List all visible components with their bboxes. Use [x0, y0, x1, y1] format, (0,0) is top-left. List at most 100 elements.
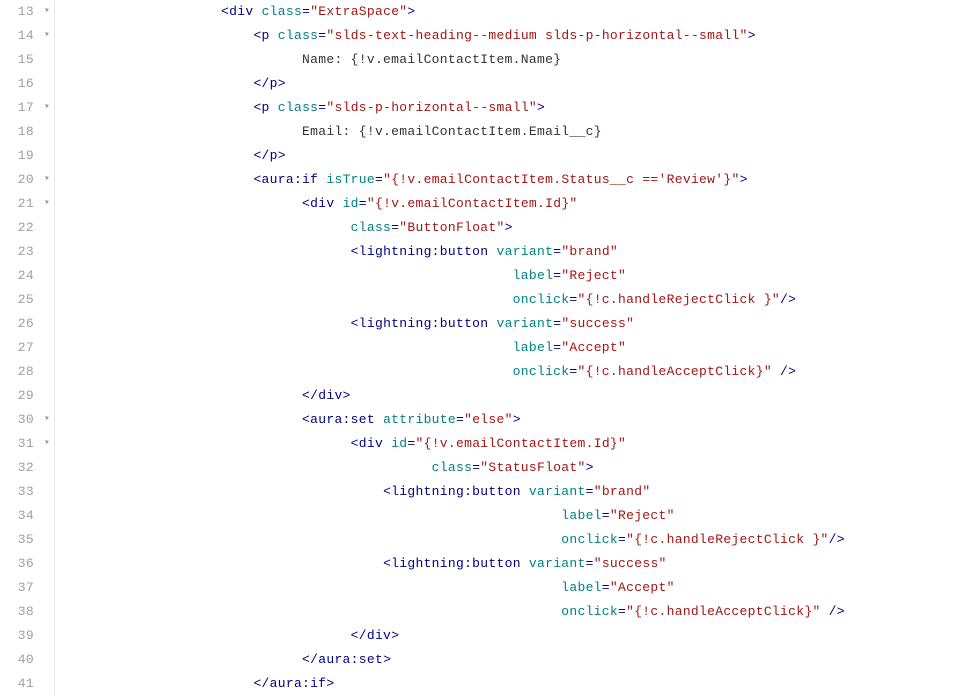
gutter-divider	[54, 408, 55, 432]
code-content[interactable]: Name: {!v.emailContactItem.Name}	[59, 48, 954, 72]
line-number: 38	[0, 600, 40, 624]
code-line[interactable]: 22 class="ButtonFloat">	[0, 216, 954, 240]
code-line[interactable]: 37 label="Accept"	[0, 576, 954, 600]
line-number: 34	[0, 504, 40, 528]
gutter-divider	[54, 384, 55, 408]
gutter-divider	[54, 0, 55, 24]
line-number: 41	[0, 672, 40, 696]
gutter-divider	[54, 192, 55, 216]
line-number: 30	[0, 408, 40, 432]
gutter-divider	[54, 504, 55, 528]
gutter-divider	[54, 480, 55, 504]
line-number: 23	[0, 240, 40, 264]
code-line[interactable]: 21▾ <div id="{!v.emailContactItem.Id}"	[0, 192, 954, 216]
gutter-divider	[54, 312, 55, 336]
code-line[interactable]: 18 Email: {!v.emailContactItem.Email__c}	[0, 120, 954, 144]
code-line[interactable]: 29 </div>	[0, 384, 954, 408]
code-editor[interactable]: 13▾ <div class="ExtraSpace">14▾ <p class…	[0, 0, 954, 696]
code-line[interactable]: 19 </p>	[0, 144, 954, 168]
line-number: 26	[0, 312, 40, 336]
fold-toggle-icon[interactable]: ▾	[40, 24, 54, 48]
line-number: 28	[0, 360, 40, 384]
code-line[interactable]: 36 <lightning:button variant="success"	[0, 552, 954, 576]
code-line[interactable]: 14▾ <p class="slds-text-heading--medium …	[0, 24, 954, 48]
code-content[interactable]: </aura:if>	[59, 672, 954, 696]
code-line[interactable]: 32 class="StatusFloat">	[0, 456, 954, 480]
code-content[interactable]: </aura:set>	[59, 648, 954, 672]
gutter-divider	[54, 216, 55, 240]
code-line[interactable]: 27 label="Accept"	[0, 336, 954, 360]
code-content[interactable]: <lightning:button variant="success"	[59, 312, 954, 336]
gutter-divider	[54, 24, 55, 48]
code-content[interactable]: <div id="{!v.emailContactItem.Id}"	[59, 192, 954, 216]
gutter-divider	[54, 96, 55, 120]
code-line[interactable]: 26 <lightning:button variant="success"	[0, 312, 954, 336]
code-content[interactable]: </div>	[59, 624, 954, 648]
fold-toggle-icon[interactable]: ▾	[40, 168, 54, 192]
gutter-divider	[54, 240, 55, 264]
code-line[interactable]: 31▾ <div id="{!v.emailContactItem.Id}"	[0, 432, 954, 456]
code-line[interactable]: 33 <lightning:button variant="brand"	[0, 480, 954, 504]
fold-toggle-icon[interactable]: ▾	[40, 192, 54, 216]
code-line[interactable]: 24 label="Reject"	[0, 264, 954, 288]
line-number: 17	[0, 96, 40, 120]
line-number: 20	[0, 168, 40, 192]
line-number: 22	[0, 216, 40, 240]
code-content[interactable]: label="Accept"	[59, 576, 954, 600]
code-content[interactable]: onclick="{!c.handleAcceptClick}" />	[59, 360, 954, 384]
fold-toggle-icon[interactable]: ▾	[40, 432, 54, 456]
fold-toggle-icon[interactable]: ▾	[40, 0, 54, 24]
code-line[interactable]: 30▾ <aura:set attribute="else">	[0, 408, 954, 432]
line-number: 21	[0, 192, 40, 216]
code-line[interactable]: 17▾ <p class="slds-p-horizontal--small">	[0, 96, 954, 120]
code-line[interactable]: 40 </aura:set>	[0, 648, 954, 672]
gutter-divider	[54, 72, 55, 96]
code-content[interactable]: </p>	[59, 72, 954, 96]
fold-toggle-icon[interactable]: ▾	[40, 96, 54, 120]
code-content[interactable]: <p class="slds-text-heading--medium slds…	[59, 24, 954, 48]
code-line[interactable]: 16 </p>	[0, 72, 954, 96]
code-content[interactable]: </div>	[59, 384, 954, 408]
code-line[interactable]: 39 </div>	[0, 624, 954, 648]
code-content[interactable]: onclick="{!c.handleRejectClick }"/>	[59, 288, 954, 312]
code-content[interactable]: <p class="slds-p-horizontal--small">	[59, 96, 954, 120]
gutter-divider	[54, 528, 55, 552]
code-content[interactable]: class="ButtonFloat">	[59, 216, 954, 240]
code-content[interactable]: label="Reject"	[59, 504, 954, 528]
fold-toggle-icon[interactable]: ▾	[40, 408, 54, 432]
code-line[interactable]: 34 label="Reject"	[0, 504, 954, 528]
code-content[interactable]: <lightning:button variant="success"	[59, 552, 954, 576]
code-line[interactable]: 23 <lightning:button variant="brand"	[0, 240, 954, 264]
gutter-divider	[54, 576, 55, 600]
code-content[interactable]: <lightning:button variant="brand"	[59, 480, 954, 504]
code-line[interactable]: 13▾ <div class="ExtraSpace">	[0, 0, 954, 24]
code-line[interactable]: 25 onclick="{!c.handleRejectClick }"/>	[0, 288, 954, 312]
line-number: 31	[0, 432, 40, 456]
code-content[interactable]: <lightning:button variant="brand"	[59, 240, 954, 264]
code-line[interactable]: 15 Name: {!v.emailContactItem.Name}	[0, 48, 954, 72]
code-content[interactable]: onclick="{!c.handleAcceptClick}" />	[59, 600, 954, 624]
code-content[interactable]: <aura:set attribute="else">	[59, 408, 954, 432]
line-number: 29	[0, 384, 40, 408]
gutter-divider	[54, 360, 55, 384]
code-content[interactable]: <div id="{!v.emailContactItem.Id}"	[59, 432, 954, 456]
code-line[interactable]: 38 onclick="{!c.handleAcceptClick}" />	[0, 600, 954, 624]
code-content[interactable]: onclick="{!c.handleRejectClick }"/>	[59, 528, 954, 552]
code-content[interactable]: Email: {!v.emailContactItem.Email__c}	[59, 120, 954, 144]
code-content[interactable]: <div class="ExtraSpace">	[59, 0, 954, 24]
code-content[interactable]: label="Reject"	[59, 264, 954, 288]
code-line[interactable]: 20▾ <aura:if isTrue="{!v.emailContactIte…	[0, 168, 954, 192]
code-content[interactable]: </p>	[59, 144, 954, 168]
line-number: 25	[0, 288, 40, 312]
gutter-divider	[54, 600, 55, 624]
code-content[interactable]: class="StatusFloat">	[59, 456, 954, 480]
gutter-divider	[54, 264, 55, 288]
code-line[interactable]: 28 onclick="{!c.handleAcceptClick}" />	[0, 360, 954, 384]
code-line[interactable]: 41 </aura:if>	[0, 672, 954, 696]
line-number: 14	[0, 24, 40, 48]
line-number: 27	[0, 336, 40, 360]
gutter-divider	[54, 648, 55, 672]
code-content[interactable]: label="Accept"	[59, 336, 954, 360]
code-content[interactable]: <aura:if isTrue="{!v.emailContactItem.St…	[59, 168, 954, 192]
code-line[interactable]: 35 onclick="{!c.handleRejectClick }"/>	[0, 528, 954, 552]
